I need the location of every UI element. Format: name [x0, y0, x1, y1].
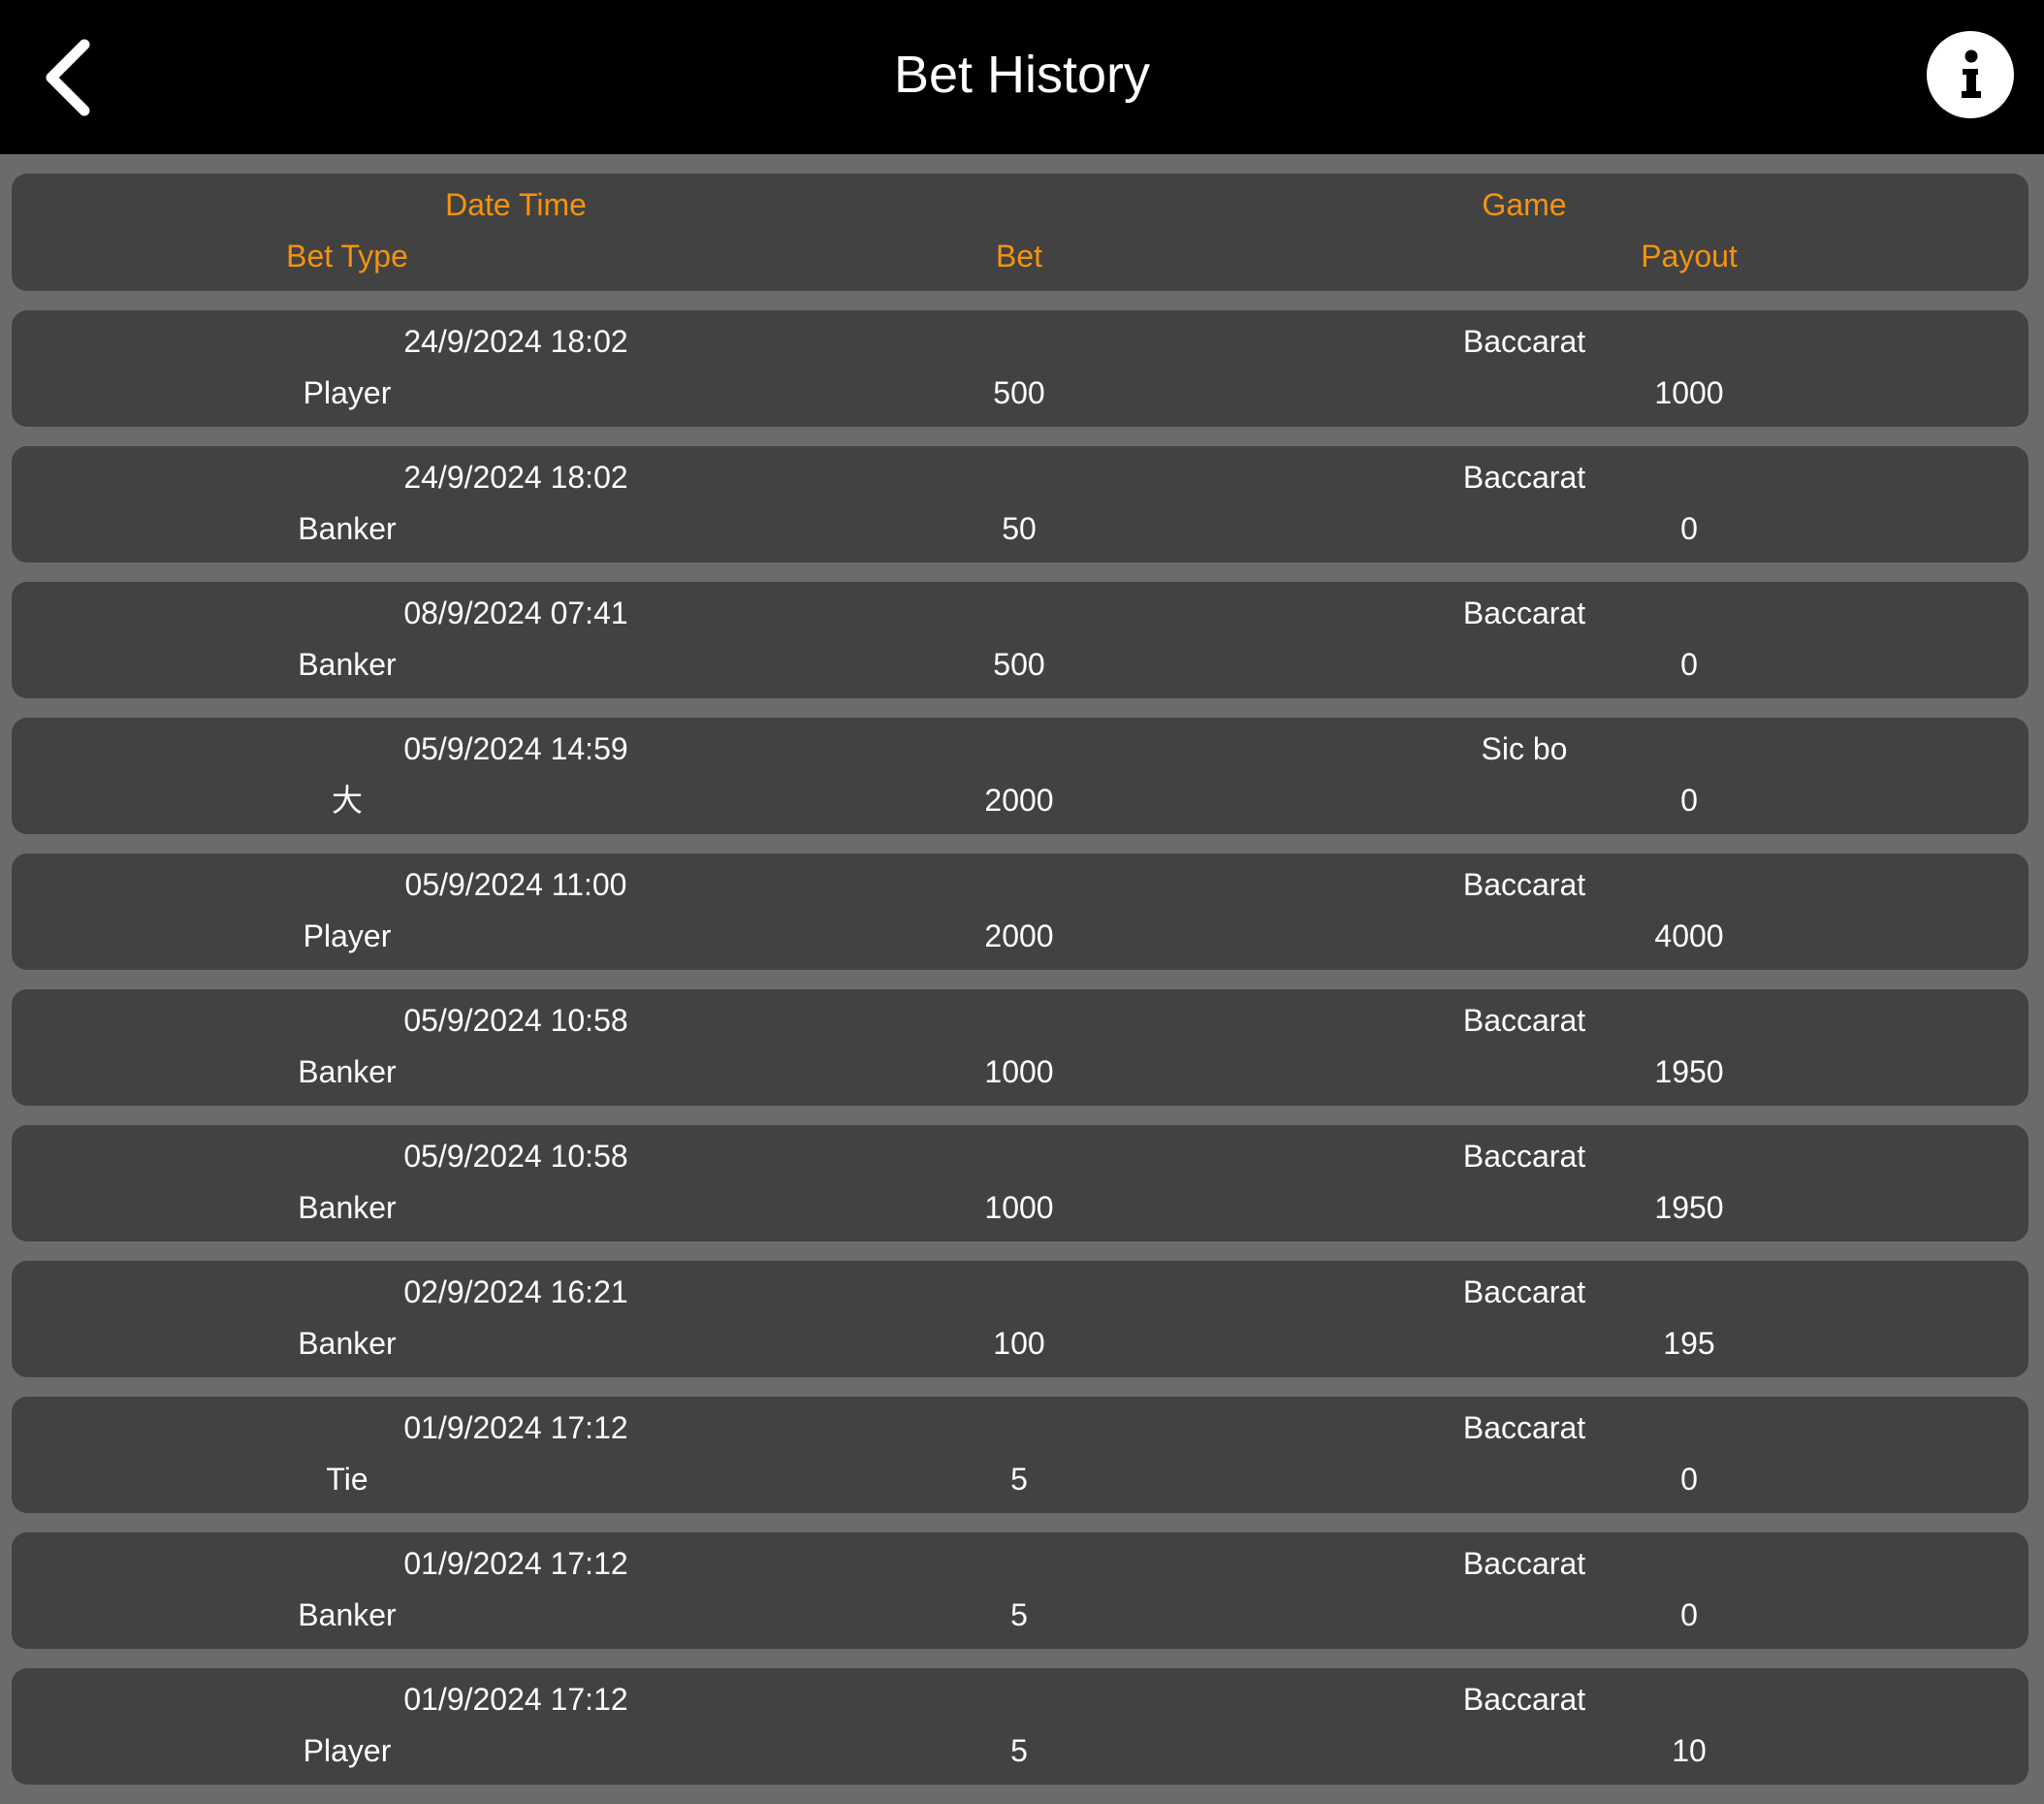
row-bet: 500 — [993, 647, 1045, 682]
bet-record-row[interactable]: 05/9/2024 10:58 Baccarat Banker 1000 1950 — [12, 989, 2028, 1106]
row-bet-type: Banker — [298, 647, 397, 682]
row-bet: 5 — [1010, 1462, 1028, 1497]
row-payout: 0 — [1680, 647, 1698, 682]
column-header: Date Time Game Bet Type Bet Payout — [12, 174, 2028, 291]
info-button[interactable] — [1927, 31, 2014, 118]
bet-record-row[interactable]: 05/9/2024 11:00 Baccarat Player 2000 4000 — [12, 854, 2028, 970]
row-bet-type: 大 — [331, 783, 364, 818]
bet-record-row[interactable]: 01/9/2024 17:12 Baccarat Tie 5 0 — [12, 1397, 2028, 1513]
back-button[interactable] — [33, 29, 111, 126]
row-game: Baccarat — [1462, 1682, 1586, 1717]
row-bet: 2000 — [984, 783, 1054, 818]
row-date-time: 24/9/2024 18:02 — [403, 324, 628, 359]
row-date-time: 02/9/2024 16:21 — [403, 1274, 628, 1309]
row-date-time: 05/9/2024 10:58 — [403, 1139, 628, 1174]
row-bet: 1000 — [984, 1190, 1054, 1225]
row-game: Baccarat — [1462, 1139, 1586, 1174]
header-bet-type: Bet Type — [286, 239, 408, 274]
row-date-time: 01/9/2024 17:12 — [403, 1682, 628, 1717]
row-game: Baccarat — [1462, 867, 1586, 902]
row-game: Baccarat — [1462, 596, 1586, 630]
row-bet: 5 — [1010, 1597, 1028, 1632]
bet-record-row[interactable]: 24/9/2024 18:02 Baccarat Player 500 1000 — [12, 310, 2028, 427]
bet-history-list[interactable]: Date Time Game Bet Type Bet Payout 24/9/… — [12, 174, 2030, 1804]
row-bet-type: Banker — [298, 1326, 397, 1361]
bet-record-row[interactable]: 02/9/2024 16:21 Baccarat Banker 100 195 — [12, 1261, 2028, 1377]
row-game: Baccarat — [1462, 1410, 1586, 1445]
row-date-time: 05/9/2024 11:00 — [404, 867, 627, 902]
row-bet: 50 — [1002, 511, 1037, 546]
row-date-time: 01/9/2024 17:12 — [403, 1546, 628, 1581]
row-payout: 0 — [1680, 511, 1698, 546]
row-bet-type: Player — [303, 375, 392, 410]
row-game: Baccarat — [1462, 324, 1586, 359]
row-bet: 500 — [993, 375, 1045, 410]
header-game: Game — [1482, 187, 1567, 222]
row-bet: 5 — [1010, 1733, 1028, 1768]
row-date-time: 05/9/2024 14:59 — [403, 731, 628, 766]
row-bet: 1000 — [984, 1054, 1054, 1089]
row-date-time: 24/9/2024 18:02 — [403, 460, 628, 495]
info-icon — [1962, 49, 1981, 98]
row-bet-type: Banker — [298, 511, 397, 546]
row-date-time: 08/9/2024 07:41 — [403, 596, 628, 630]
bet-record-row[interactable]: 01/9/2024 17:12 Baccarat Player 5 10 — [12, 1668, 2028, 1785]
row-bet: 100 — [993, 1326, 1045, 1361]
row-payout: 195 — [1663, 1326, 1715, 1361]
bet-record-row[interactable]: 05/9/2024 10:58 Baccarat Banker 1000 1950 — [12, 1125, 2028, 1241]
row-bet: 2000 — [984, 918, 1054, 953]
bet-record-row[interactable]: 08/9/2024 07:41 Baccarat Banker 500 0 — [12, 582, 2028, 698]
row-payout: 1950 — [1654, 1190, 1724, 1225]
top-bar: Bet History — [0, 0, 2044, 154]
row-bet-type: Banker — [298, 1054, 397, 1089]
bet-record-row[interactable]: 24/9/2024 18:02 Baccarat Banker 50 0 — [12, 446, 2028, 563]
row-date-time: 01/9/2024 17:12 — [403, 1410, 628, 1445]
bet-record-row[interactable]: 01/9/2024 17:12 Baccarat Banker 5 0 — [12, 1532, 2028, 1649]
page-title: Bet History — [893, 46, 1151, 104]
row-payout: 10 — [1672, 1733, 1707, 1768]
row-date-time: 05/9/2024 10:58 — [403, 1003, 628, 1038]
row-game: Baccarat — [1462, 1003, 1586, 1038]
row-payout: 0 — [1680, 1597, 1698, 1632]
row-game: Baccarat — [1462, 1546, 1586, 1581]
header-date-time: Date Time — [445, 187, 587, 222]
row-game: Baccarat — [1462, 460, 1586, 495]
row-bet-type: Tie — [326, 1462, 368, 1497]
bet-record-row[interactable]: 05/9/2024 14:59 Sic bo 大 2000 0 — [12, 718, 2028, 834]
header-bet: Bet — [995, 239, 1043, 274]
row-bet-type: Player — [303, 1733, 392, 1768]
row-game: Baccarat — [1462, 1274, 1586, 1309]
row-payout: 0 — [1680, 1462, 1698, 1497]
row-game: Sic bo — [1481, 731, 1568, 766]
chevron-left-icon — [46, 39, 90, 116]
row-payout: 4000 — [1654, 918, 1724, 953]
row-bet-type: Banker — [298, 1597, 397, 1632]
row-payout: 1000 — [1654, 375, 1724, 410]
row-payout: 1950 — [1654, 1054, 1724, 1089]
row-bet-type: Banker — [298, 1190, 397, 1225]
header-payout: Payout — [1641, 239, 1738, 274]
row-bet-type: Player — [303, 918, 392, 953]
row-payout: 0 — [1680, 783, 1698, 818]
